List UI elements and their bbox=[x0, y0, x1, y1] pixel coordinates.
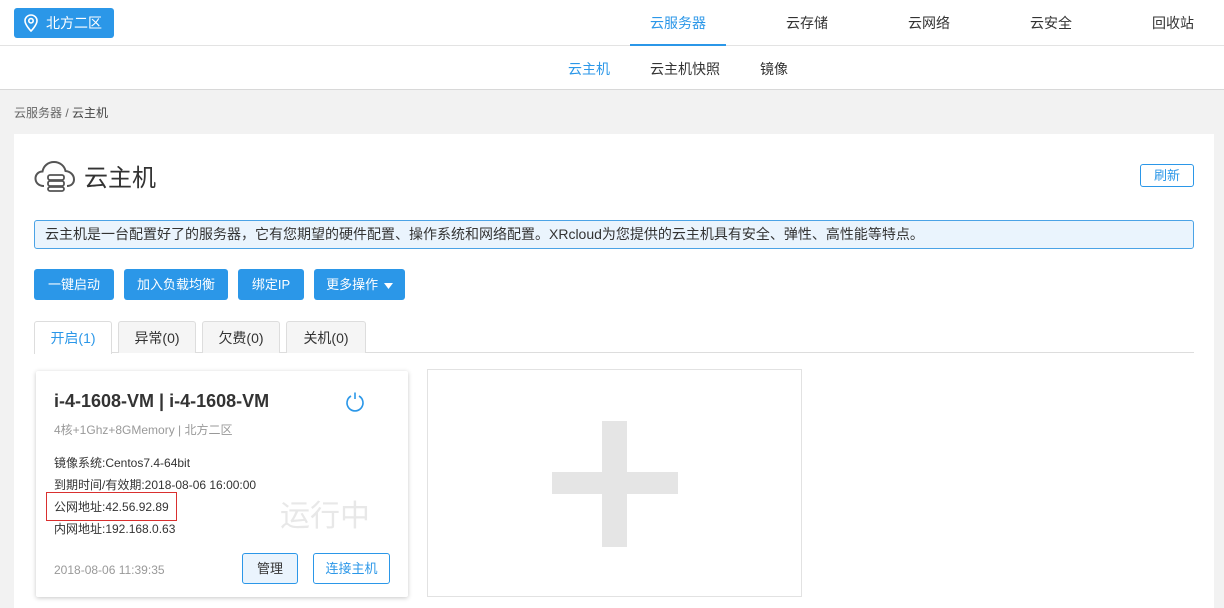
sub-nav-item-vm[interactable]: 云主机 bbox=[568, 46, 610, 90]
vm-name: i-4-1608-VM | i-4-1608-VM bbox=[54, 391, 270, 411]
nav-item-cloud-server[interactable]: 云服务器 bbox=[630, 0, 726, 46]
tab-overdue[interactable]: 欠费(0) bbox=[202, 321, 280, 353]
sub-nav: 云主机 云主机快照 镜像 bbox=[0, 46, 1224, 90]
bind-ip-button[interactable]: 绑定IP bbox=[238, 269, 304, 300]
cloud-server-icon bbox=[34, 160, 76, 192]
breadcrumb-current: 云主机 bbox=[72, 106, 109, 120]
location-pin-icon bbox=[24, 14, 38, 32]
refresh-button[interactable]: 刷新 bbox=[1140, 164, 1194, 187]
add-vm-card[interactable] bbox=[427, 369, 802, 597]
power-button[interactable] bbox=[344, 391, 366, 416]
add-load-balancer-button[interactable]: 加入负载均衡 bbox=[124, 269, 228, 300]
caret-down-icon bbox=[383, 282, 393, 289]
more-actions-label: 更多操作 bbox=[326, 277, 379, 292]
page-title-text: 云主机 bbox=[84, 165, 156, 192]
vm-card[interactable]: i-4-1608-VM | i-4-1608-VM 4核+1Ghz+8GMemo… bbox=[36, 371, 408, 597]
page-title: 云主机 bbox=[34, 158, 156, 193]
status-tabs: 开启(1) 异常(0) 欠费(0) 关机(0) bbox=[34, 321, 1194, 354]
vm-private-ip: 内网地址:192.168.0.63 bbox=[54, 522, 176, 536]
vm-status-watermark: 运行中 bbox=[280, 500, 370, 533]
main-panel: 云主机 刷新 云主机是一台配置好了的服务器，它有您期望的硬件配置、操作系统和网络… bbox=[14, 134, 1214, 608]
breadcrumb: 云服务器 / 云主机 bbox=[14, 104, 108, 121]
region-selector-button[interactable]: 北方二区 bbox=[14, 8, 114, 38]
vm-created-date: 2018-08-06 11:39:35 bbox=[54, 563, 165, 577]
sub-nav-item-image[interactable]: 镜像 bbox=[760, 46, 788, 90]
region-label: 北方二区 bbox=[46, 15, 102, 31]
manage-button[interactable]: 管理 bbox=[242, 553, 298, 584]
plus-icon-bar bbox=[552, 472, 678, 494]
vm-image-system: 镜像系统:Centos7.4-64bit bbox=[54, 456, 191, 470]
vm-expiry: 到期时间/有效期:2018-08-06 16:00:00 bbox=[54, 478, 257, 492]
top-nav-bar: 北方二区 云服务器 云存储 云网络 云安全 回收站 bbox=[0, 0, 1224, 46]
sub-nav-item-vm-snapshot[interactable]: 云主机快照 bbox=[650, 46, 720, 90]
breadcrumb-parent[interactable]: 云服务器 bbox=[14, 106, 62, 120]
vm-spec: 4核+1Ghz+8GMemory | 北方二区 bbox=[54, 423, 233, 437]
nav-item-cloud-network[interactable]: 云网络 bbox=[892, 0, 966, 46]
info-banner: 云主机是一台配置好了的服务器，它有您期望的硬件配置、操作系统和网络配置。XRcl… bbox=[34, 220, 1194, 249]
public-ip-highlight bbox=[46, 492, 177, 521]
one-click-start-button[interactable]: 一键启动 bbox=[34, 269, 114, 300]
nav-item-cloud-storage[interactable]: 云存储 bbox=[770, 0, 844, 46]
breadcrumb-separator: / bbox=[62, 106, 73, 120]
tab-abnormal[interactable]: 异常(0) bbox=[118, 321, 196, 353]
power-icon bbox=[346, 392, 364, 412]
connect-host-button[interactable]: 连接主机 bbox=[313, 553, 390, 584]
nav-item-recycle-bin[interactable]: 回收站 bbox=[1136, 0, 1210, 46]
tab-running[interactable]: 开启(1) bbox=[34, 321, 112, 354]
nav-item-cloud-security[interactable]: 云安全 bbox=[1014, 0, 1088, 46]
more-actions-button[interactable]: 更多操作 bbox=[314, 269, 405, 300]
tab-shutdown[interactable]: 关机(0) bbox=[286, 321, 366, 353]
